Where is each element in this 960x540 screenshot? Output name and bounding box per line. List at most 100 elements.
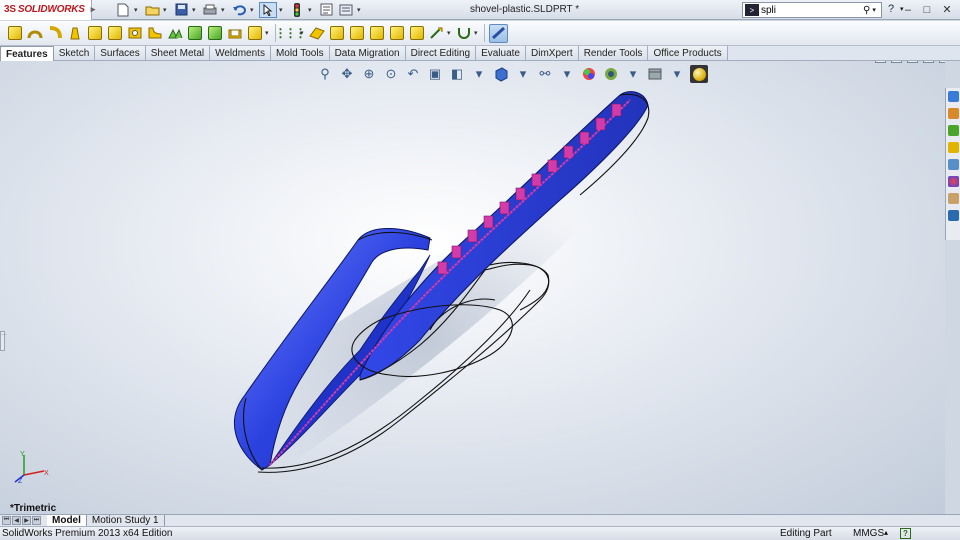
save-dropdown-icon[interactable]: ▾ — [192, 6, 199, 14]
curves-dropdown-icon[interactable]: ▾ — [474, 29, 480, 37]
design-library-icon[interactable] — [947, 124, 960, 137]
undo-dropdown-icon[interactable]: ▾ — [250, 6, 257, 14]
dome-icon[interactable] — [327, 24, 346, 43]
boundary-boss-icon[interactable] — [85, 24, 104, 43]
split-line-icon[interactable] — [307, 24, 326, 43]
solidworks-resources-icon[interactable] — [947, 90, 960, 103]
forum-icon[interactable] — [947, 209, 960, 222]
print-dropdown-icon[interactable]: ▾ — [221, 6, 228, 14]
triad-z-label: Z — [18, 478, 23, 485]
extruded-boss-icon[interactable] — [5, 24, 24, 43]
first-tab-icon[interactable]: ⏮ — [2, 516, 11, 525]
draft-icon[interactable] — [205, 24, 224, 43]
file-properties-icon[interactable] — [317, 2, 335, 18]
sketch-ruler-icon[interactable] — [489, 23, 508, 43]
fillet-icon[interactable] — [145, 24, 164, 43]
rebuild-dropdown-icon[interactable]: ▾ — [308, 6, 315, 14]
search-input[interactable] — [761, 3, 861, 17]
last-tab-icon[interactable]: ⏭ — [32, 516, 41, 525]
flex-icon[interactable] — [347, 24, 366, 43]
tab-dimxpert[interactable]: DimXpert — [526, 46, 579, 60]
restore-button[interactable]: □ — [919, 2, 935, 17]
undo-icon[interactable] — [230, 2, 248, 18]
quick-access-toolbar: ▾ ▾ ▾ ▾ ▾ ▾ ▾ ▾ — [114, 1, 364, 18]
reference-triad: Y X Z — [14, 451, 49, 485]
magnifier-icon[interactable]: ⚲ — [863, 5, 870, 16]
command-manager-tabs: Features Sketch Surfaces Sheet Metal Wel… — [0, 46, 960, 61]
select-dropdown-icon[interactable]: ▾ — [279, 6, 286, 14]
indent-icon[interactable] — [387, 24, 406, 43]
wrap-icon[interactable] — [245, 24, 264, 43]
unit-system-dropdown-icon[interactable]: ▴ — [884, 528, 888, 537]
search-dropdown-icon[interactable]: ▾ — [872, 6, 876, 14]
linear-pattern-icon[interactable] — [165, 24, 184, 43]
command-manager-toolbar: ▾ ⋮⋮⋮ ▾ ▾ ▾ — [0, 21, 960, 46]
custom-properties-icon[interactable] — [947, 192, 960, 205]
menu-arrow-icon: ▸ — [90, 4, 96, 14]
command-prompt-icon[interactable]: > — [745, 4, 759, 16]
tab-motion-study-1[interactable]: Motion Study 1 — [87, 514, 165, 527]
lofted-boss-icon[interactable] — [65, 24, 84, 43]
shovel-part-model[interactable] — [0, 61, 945, 514]
solidworks-menu-button[interactable]: 3S SOLIDWORKS ▸ — [0, 0, 96, 20]
tab-office-products[interactable]: Office Products — [648, 46, 728, 60]
product-edition-label: SolidWorks Premium 2013 x64 Edition — [2, 528, 173, 539]
tab-scroll-arrows: ⏮ ◀ ▶ ⏭ — [2, 516, 41, 525]
swept-boss-icon[interactable] — [45, 24, 64, 43]
file-explorer-icon[interactable] — [947, 141, 960, 154]
rib-icon[interactable] — [185, 24, 204, 43]
view-orientation-label: *Trimetric — [10, 503, 57, 514]
title-bar: 3S SOLIDWORKS ▸ ▾ ▾ ▾ ▾ ▾ ▾ ▾ ▾ shovel-p… — [0, 0, 960, 20]
separator — [484, 24, 485, 42]
home-icon[interactable] — [947, 107, 960, 120]
unit-system-selector[interactable]: MMGS — [853, 528, 884, 539]
tab-sketch[interactable]: Sketch — [53, 46, 96, 60]
curves-icon[interactable] — [454, 24, 473, 43]
features-dropdown-icon[interactable]: ▾ — [265, 29, 271, 37]
tab-mold-tools[interactable]: Mold Tools — [270, 46, 330, 60]
previous-tab-icon[interactable]: ◀ — [12, 516, 21, 525]
open-folder-icon[interactable] — [143, 2, 161, 18]
graphics-area[interactable]: ⚲ ✥ ⊕ ⊙ ↶ ▣ ◧ ▾ ▾ ⚯ ▾ ▾ ▾ ◫ ▦ – □ ✕ ··· — [0, 61, 945, 514]
tab-sheet-metal[interactable]: Sheet Metal — [145, 46, 211, 60]
help-icon[interactable]: ? — [888, 3, 894, 15]
shell-icon[interactable] — [225, 24, 244, 43]
save-icon[interactable] — [172, 2, 190, 18]
print-icon[interactable] — [201, 2, 219, 18]
revolved-boss-icon[interactable] — [25, 24, 44, 43]
tab-features[interactable]: Features — [0, 46, 54, 61]
tab-weldments[interactable]: Weldments — [210, 46, 271, 60]
tab-render-tools[interactable]: Render Tools — [578, 46, 649, 60]
appearances-scenes-icon[interactable] — [947, 175, 960, 188]
task-pane-tabs — [945, 88, 960, 240]
options-icon[interactable] — [337, 2, 355, 18]
freeform-icon[interactable] — [407, 24, 426, 43]
quick-tips-help-icon[interactable]: ? — [900, 528, 911, 539]
minimize-button[interactable]: – — [900, 2, 916, 17]
new-document-icon[interactable] — [114, 2, 132, 18]
reference-geometry-icon[interactable]: ⋮⋮⋮ — [275, 24, 307, 43]
bottom-tab-bar: ⏮ ◀ ▶ ⏭ Model Motion Study 1 — [0, 514, 960, 527]
rebuild-traffic-light-icon[interactable] — [288, 2, 306, 18]
view-palette-icon[interactable] — [947, 158, 960, 171]
status-bar: SolidWorks Premium 2013 x64 Edition Edit… — [0, 526, 960, 540]
reference-geometry-dropdown-icon[interactable]: ▾ — [300, 29, 306, 37]
tab-evaluate[interactable]: Evaluate — [476, 46, 526, 60]
tab-surfaces[interactable]: Surfaces — [95, 46, 146, 60]
hole-wizard-icon[interactable] — [125, 24, 144, 43]
tab-direct-editing[interactable]: Direct Editing — [405, 46, 477, 60]
extruded-cut-icon[interactable] — [105, 24, 124, 43]
options-dropdown-icon[interactable]: ▾ — [357, 6, 364, 14]
close-button[interactable]: ✕ — [939, 2, 955, 17]
tab-model[interactable]: Model — [47, 514, 87, 527]
select-arrow-icon[interactable] — [259, 1, 277, 18]
instant3d-icon[interactable] — [427, 24, 446, 43]
new-dropdown-icon[interactable]: ▾ — [134, 6, 141, 14]
search-commands-box[interactable]: > ⚲ ▾ — [742, 2, 882, 18]
tab-data-migration[interactable]: Data Migration — [329, 46, 406, 60]
instant3d-dropdown-icon[interactable]: ▾ — [447, 29, 453, 37]
next-tab-icon[interactable]: ▶ — [22, 516, 31, 525]
editing-mode-label: Editing Part — [780, 528, 832, 539]
deform-icon[interactable] — [367, 24, 386, 43]
open-dropdown-icon[interactable]: ▾ — [163, 6, 170, 14]
